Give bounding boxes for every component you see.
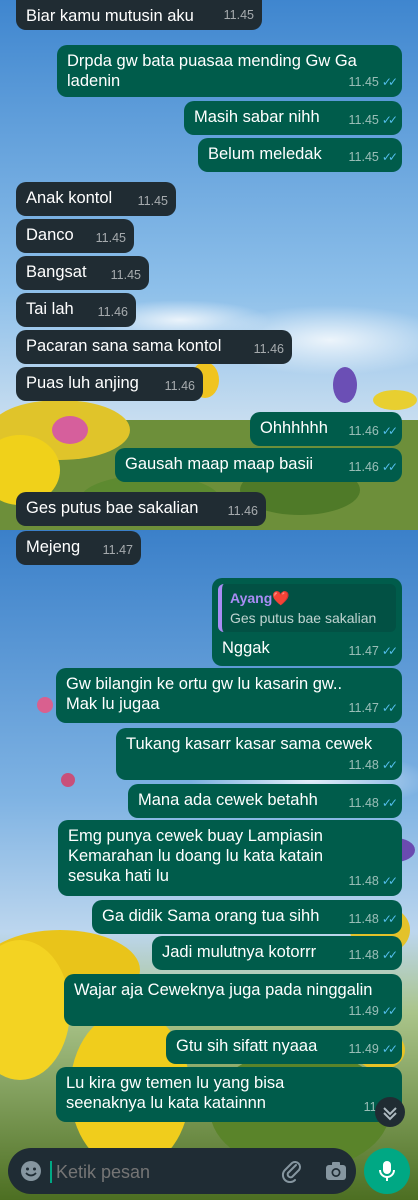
message-incoming[interactable]: Biar kamu mutusin aku 11.45 bbox=[16, 0, 262, 30]
message-time: 11.45 bbox=[95, 231, 126, 245]
read-ticks-icon: ✓✓ bbox=[381, 424, 398, 438]
message-time: 11.47 bbox=[348, 701, 379, 715]
message-time: 11.46 bbox=[97, 305, 128, 319]
message-incoming[interactable]: Pacaran sana sama kontol 11.46 bbox=[16, 330, 292, 364]
message-meta: 11.49 ✓✓ bbox=[348, 1001, 399, 1021]
message-outgoing[interactable]: Gausah maap maap basii 11.46 ✓✓ bbox=[115, 448, 402, 482]
message-time: 11.48 bbox=[348, 796, 379, 810]
message-time: 11.46 bbox=[164, 379, 195, 393]
read-ticks-icon: ✓✓ bbox=[381, 150, 398, 164]
microphone-icon bbox=[379, 1161, 395, 1181]
message-meta: 11.48 ✓✓ bbox=[348, 755, 399, 775]
message-time: 11.45 bbox=[223, 8, 254, 22]
message-outgoing[interactable]: Mana ada cewek betahh 11.48 ✓✓ bbox=[128, 784, 402, 818]
message-outgoing[interactable]: Lu kira gw temen lu yang bisa seenaknya … bbox=[56, 1067, 402, 1122]
message-input[interactable] bbox=[54, 1158, 258, 1186]
read-ticks-icon: ✓✓ bbox=[381, 1004, 398, 1018]
message-time: 11.45 bbox=[110, 268, 141, 282]
message-outgoing[interactable]: Ga didik Sama orang tua sihh 11.48 ✓✓ bbox=[92, 900, 402, 934]
cursor bbox=[50, 1161, 52, 1183]
message-time: 11.45 bbox=[348, 113, 379, 127]
message-meta: 11.48 ✓✓ bbox=[348, 909, 399, 929]
message-time: 11.45 bbox=[348, 75, 379, 89]
message-meta: 11.49 ✓✓ bbox=[348, 1039, 399, 1059]
message-time: 11.46 bbox=[227, 504, 258, 518]
message-input-bar[interactable] bbox=[8, 1148, 356, 1194]
message-text: Wajar aja Ceweknya juga pada ninggalin bbox=[74, 981, 373, 999]
read-ticks-icon: ✓✓ bbox=[381, 113, 398, 127]
read-ticks-icon: ✓✓ bbox=[381, 912, 398, 926]
emoji-icon[interactable] bbox=[20, 1160, 42, 1182]
paperclip-icon[interactable] bbox=[280, 1159, 304, 1183]
scroll-to-bottom-button[interactable] bbox=[375, 1097, 405, 1127]
read-ticks-icon: ✓✓ bbox=[381, 1042, 398, 1056]
message-text: Ges putus bae sakalian bbox=[26, 499, 199, 517]
message-incoming[interactable]: Puas luh anjing 11.46 bbox=[16, 367, 203, 401]
read-ticks-icon: ✓✓ bbox=[381, 644, 398, 658]
message-incoming[interactable]: Bangsat 11.45 bbox=[16, 256, 149, 290]
message-time: 11.49 bbox=[348, 1004, 379, 1018]
message-meta: 11.45 ✓✓ bbox=[348, 147, 399, 167]
message-text: Pacaran sana sama kontol bbox=[26, 337, 222, 355]
message-outgoing[interactable]: Masih sabar nihh 11.45 ✓✓ bbox=[184, 101, 402, 135]
chevron-down-icon bbox=[383, 1107, 397, 1121]
message-meta: 11.47 ✓✓ bbox=[348, 641, 399, 661]
message-meta: 11.47 ✓✓ bbox=[348, 698, 399, 718]
message-time: 11.48 bbox=[348, 912, 379, 926]
message-time: 11.46 bbox=[348, 424, 379, 438]
read-ticks-icon: ✓✓ bbox=[381, 874, 398, 888]
quoted-message[interactable]: Ayang❤️ Ges putus bae sakalian bbox=[218, 584, 396, 632]
message-outgoing[interactable]: Jadi mulutnya kotorrr 11.48 ✓✓ bbox=[152, 936, 402, 970]
message-outgoing[interactable]: Ohhhhhh 11.46 ✓✓ bbox=[250, 412, 402, 446]
message-meta: 11.46 ✓✓ bbox=[348, 457, 399, 477]
message-meta: 11.48 ✓✓ bbox=[348, 871, 399, 891]
message-meta: 11.45 ✓✓ bbox=[348, 72, 399, 92]
voice-record-button[interactable] bbox=[364, 1148, 410, 1194]
message-meta: 11.46 ✓✓ bbox=[348, 421, 399, 441]
message-text: Tukang kasarr kasar sama cewek bbox=[126, 735, 373, 753]
message-incoming[interactable]: Anak kontol 11.45 bbox=[16, 182, 176, 216]
read-ticks-icon: ✓✓ bbox=[381, 796, 398, 810]
message-time: 11.48 bbox=[348, 874, 379, 888]
message-meta: 11.45 ✓✓ bbox=[348, 110, 399, 130]
message-time: 11.46 bbox=[348, 460, 379, 474]
message-text: Emg punya cewek buay Lampiasin Kemarahan… bbox=[68, 827, 324, 885]
message-outgoing[interactable]: Gtu sih sifatt nyaaa 11.49 ✓✓ bbox=[166, 1030, 402, 1064]
quoted-text: Ges putus bae sakalian bbox=[230, 610, 377, 626]
camera-icon[interactable] bbox=[324, 1159, 348, 1183]
read-ticks-icon: ✓✓ bbox=[381, 701, 398, 715]
message-outgoing[interactable]: Drpda gw bata puasaa mending Gw Ga laden… bbox=[57, 45, 402, 97]
message-time: 11.49 bbox=[348, 1042, 379, 1056]
message-meta: 11.48 ✓✓ bbox=[348, 945, 399, 965]
message-incoming[interactable]: Danco 11.45 bbox=[16, 219, 134, 253]
message-time: 11.48 bbox=[348, 948, 379, 962]
message-time: 11.47 bbox=[102, 543, 133, 557]
message-time: 11.45 bbox=[348, 150, 379, 164]
read-ticks-icon: ✓✓ bbox=[381, 758, 398, 772]
message-time: 11.46 bbox=[253, 342, 284, 356]
read-ticks-icon: ✓✓ bbox=[381, 948, 398, 962]
message-outgoing[interactable]: Wajar aja Ceweknya juga pada ninggalin 1… bbox=[64, 974, 402, 1026]
message-text: Gw bilangin ke ortu gw lu kasarin gw.. M… bbox=[66, 675, 343, 713]
message-outgoing[interactable]: Gw bilangin ke ortu gw lu kasarin gw.. M… bbox=[56, 668, 402, 723]
message-text: Drpda gw bata puasaa mending Gw Ga laden… bbox=[67, 52, 357, 90]
message-outgoing[interactable]: Belum meledak 11.45 ✓✓ bbox=[198, 138, 402, 172]
message-time: 11.48 bbox=[348, 758, 379, 772]
message-outgoing[interactable]: Emg punya cewek buay Lampiasin Kemarahan… bbox=[58, 820, 402, 896]
message-incoming[interactable]: Mejeng 11.47 bbox=[16, 531, 141, 565]
quoted-sender-name: Ayang❤️ bbox=[230, 590, 290, 606]
message-text: Lu kira gw temen lu yang bisa seenaknya … bbox=[66, 1074, 285, 1112]
message-time: 11.47 bbox=[348, 644, 379, 658]
message-incoming[interactable]: Tai lah 11.46 bbox=[16, 293, 136, 327]
message-incoming[interactable]: Ges putus bae sakalian 11.46 bbox=[16, 492, 266, 526]
message-outgoing[interactable]: Tukang kasarr kasar sama cewek 11.48 ✓✓ bbox=[116, 728, 402, 780]
message-outgoing-reply[interactable]: Ayang❤️ Ges putus bae sakalian Nggak 11.… bbox=[212, 578, 402, 666]
message-meta: 11.48 ✓✓ bbox=[348, 793, 399, 813]
message-text: Biar kamu mutusin aku bbox=[26, 7, 194, 25]
read-ticks-icon: ✓✓ bbox=[381, 75, 398, 89]
read-ticks-icon: ✓✓ bbox=[381, 460, 398, 474]
message-time: 11.45 bbox=[137, 194, 168, 208]
